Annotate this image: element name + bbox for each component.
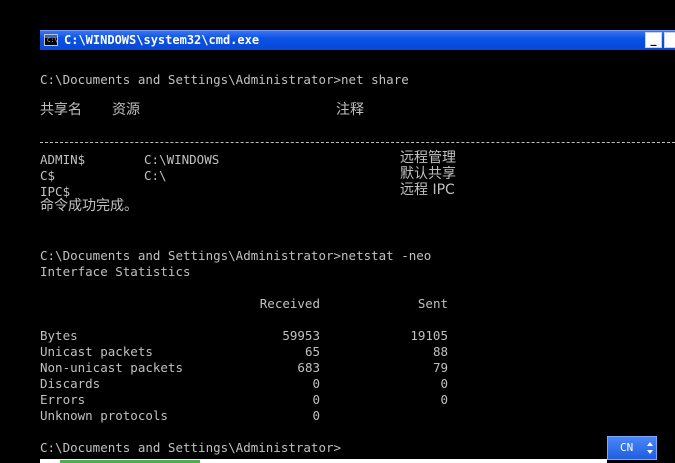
stats-row-received: 683 [297, 360, 320, 375]
share-row-resource: C:\ [144, 168, 167, 183]
stats-header-sent: Sent [417, 296, 448, 311]
share-row-name: ADMIN$ [40, 152, 86, 167]
minimize-button[interactable]: _ [645, 32, 662, 48]
share-header-remark: 注释 [336, 102, 364, 118]
prompt-net-share: C:\Documents and Settings\Administrator>… [40, 72, 409, 87]
desktop-background [0, 0, 675, 30]
stats-row-label: Errors [40, 392, 86, 407]
stats-row-sent: 79 [432, 360, 448, 375]
ime-language-indicator[interactable]: CN [607, 436, 657, 460]
stats-row-sent: 19105 [410, 328, 448, 343]
stats-row-label: Unknown protocols [40, 408, 168, 423]
stats-row-label: Non-unicast packets [40, 360, 183, 375]
stats-row-sent: 88 [432, 344, 448, 359]
desktop-left-edge [0, 0, 40, 463]
stats-row-label: Bytes [40, 328, 78, 343]
share-row-remark: 远程 IPC [400, 182, 455, 198]
window-title: C:\WINDOWS\system32\cmd.exe [64, 33, 260, 47]
separator-line [40, 142, 675, 143]
share-header-name: 共享名 [40, 102, 82, 118]
share-row-resource: C:\WINDOWS [144, 152, 220, 167]
share-row-remark: 默认共享 [400, 166, 456, 182]
console-output[interactable]: C:\Documents and Settings\Administrator>… [40, 50, 675, 463]
cmd-window-icon[interactable]: C:\ [44, 34, 58, 46]
share-header-resource: 资源 [112, 102, 140, 118]
taskbar-edge [40, 459, 607, 463]
stats-row-label: Discards [40, 376, 101, 391]
stats-row-sent: 0 [440, 392, 448, 407]
stats-row-received: 0 [312, 392, 320, 407]
stats-header-received: Received [259, 296, 320, 311]
stats-title: Interface Statistics [40, 264, 191, 279]
maximize-button[interactable] [664, 32, 675, 48]
ime-switch-arrows-icon[interactable] [646, 440, 654, 456]
share-row-remark: 远程管理 [400, 150, 456, 166]
window-title-bar[interactable]: C:\ C:\WINDOWS\system32\cmd.exe _ [40, 30, 675, 50]
share-row-name: C$ [40, 168, 56, 183]
stats-row-sent: 0 [440, 376, 448, 391]
prompt-netstat: C:\Documents and Settings\Administrator>… [40, 248, 432, 263]
current-prompt[interactable]: C:\Documents and Settings\Administrator> [40, 440, 341, 456]
stats-row-received: 65 [304, 344, 320, 359]
ime-label: CN [620, 441, 634, 454]
stats-row-received: 0 [312, 408, 320, 423]
stats-row-received: 59953 [282, 328, 320, 343]
command-success-message: 命令成功完成。 [40, 198, 138, 214]
stats-row-label: Unicast packets [40, 344, 153, 359]
stats-row-received: 0 [312, 376, 320, 391]
